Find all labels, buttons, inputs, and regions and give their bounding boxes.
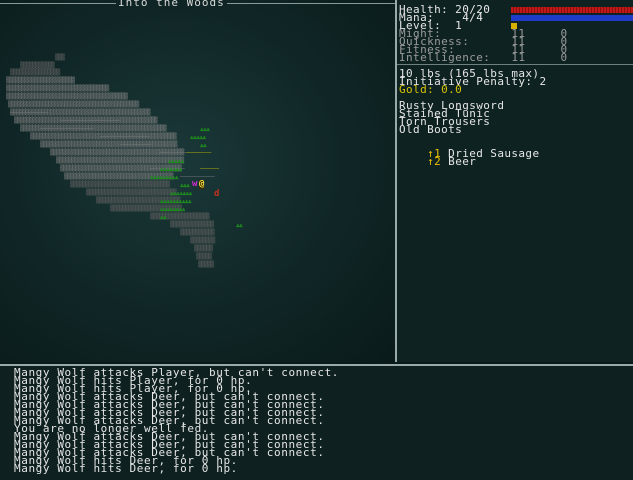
path-row: ————————————————: [100, 133, 150, 140]
log-line: Mangy Wolf hits Deer, for 0 hp.: [14, 462, 238, 475]
wolf-glyph[interactable]: w: [192, 180, 197, 189]
tree-row: ♣♣♣: [200, 127, 210, 134]
stats-panel: Health: 20/20 Mana: 4/4 Level: 1 Might: …: [397, 0, 633, 362]
deer-glyph[interactable]: d: [214, 190, 219, 199]
consumable-item[interactable]: ↑2 Beer: [399, 150, 476, 174]
tree-row: ♣♣♣♣♣♣♣♣: [160, 207, 185, 214]
tree-row: ♣♣♣♣♣: [190, 135, 206, 142]
health-bar: [511, 7, 633, 13]
terrain-row: ▒▒▒▒▒▒: [194, 245, 213, 252]
intelligence-stat: Intelligence: 11 0: [399, 51, 568, 64]
terrain-row: ▒▒▒: [55, 54, 65, 61]
map-panel[interactable]: Into the Woods ▒▒▒ ▒▒▒▒▒▒▒▒▒▒▒ ▒▒▒▒▒▒▒▒▒▒▒…: [0, 0, 397, 362]
terrain-row: ▒▒▒▒▒: [196, 253, 212, 260]
grass-row: ————————: [186, 149, 211, 156]
path-row: ———————————————————: [60, 117, 120, 124]
tree-row: ♣♣♣♣♣♣♣♣♣: [150, 175, 179, 182]
message-log: Mangy Wolf attacks Player, but can't con…: [0, 364, 633, 480]
tree-row: ♣♣♣♣♣: [168, 159, 184, 166]
terrain-row: ▒▒▒▒▒▒▒▒▒▒▒▒▒▒▒▒: [10, 69, 60, 76]
tree-row: ♣♣: [236, 223, 243, 230]
terrain-row: ▒▒▒▒▒▒▒▒▒▒▒▒▒▒▒▒▒▒▒▒▒▒▒▒▒▒▒▒▒▒▒▒▒: [6, 85, 109, 92]
terrain-row: ▒▒▒▒▒▒▒▒▒▒▒▒▒▒▒▒▒▒▒: [150, 213, 210, 220]
tree-row: ♣♣♣♣♣♣♣: [170, 191, 192, 198]
terrain-row: ▒▒▒▒▒▒▒▒▒▒▒▒▒▒: [170, 221, 214, 228]
gold-text: Gold: 0.0: [399, 83, 463, 96]
map-title: Into the Woods: [116, 0, 227, 9]
path-row: ————————————: [10, 109, 48, 116]
terrain-row: ▒▒▒▒▒▒▒▒▒▒▒▒▒▒▒▒▒▒▒▒▒▒▒▒▒▒▒▒▒▒▒▒▒▒▒▒▒▒▒▒…: [40, 141, 177, 148]
terrain-row: ▒▒▒▒▒▒▒▒: [190, 237, 215, 244]
terrain-row: ▒▒▒▒▒▒▒▒▒▒▒▒▒▒▒▒▒▒▒▒▒▒▒▒▒▒▒▒▒▒▒▒▒▒▒▒▒▒▒▒…: [56, 157, 184, 164]
terrain-row: ▒▒▒▒▒: [198, 261, 214, 268]
consumable-label: Beer: [448, 155, 477, 168]
tree-row: ♣♣: [160, 215, 167, 222]
tree-row: ♣♣♣♣♣♣♣♣♣♣: [160, 199, 192, 206]
path-row: ——————————: [120, 141, 152, 148]
terrain-row: ▒▒▒▒▒▒▒▒▒▒▒▒▒▒▒▒▒▒▒▒▒▒: [6, 77, 75, 84]
mana-bar: [511, 15, 633, 21]
path-row: —————————————————: [40, 125, 93, 132]
consumable-key: ↑2: [427, 155, 442, 168]
terrain-row: ▒▒▒▒▒▒▒▒▒▒▒▒▒▒▒▒▒▒▒▒▒▒▒▒▒▒▒▒▒▒▒▒▒▒▒▒▒▒▒: [6, 93, 128, 100]
terrain-row: ▒▒▒▒▒▒▒▒▒▒▒▒▒▒▒▒▒▒▒▒▒▒▒▒▒▒▒▒▒▒▒▒▒▒▒▒▒▒▒▒…: [8, 101, 139, 108]
tree-row: ♣♣♣: [180, 183, 190, 190]
equipment-item[interactable]: Old Boots: [399, 124, 462, 135]
tree-row: ♣♣♣♣♣♣♣: [160, 167, 182, 174]
player-glyph[interactable]: @: [199, 180, 205, 189]
terrain-row: ▒▒▒▒▒▒▒▒▒▒▒: [180, 229, 215, 236]
stats-divider: [397, 64, 633, 65]
grass-row: ——————: [200, 165, 219, 172]
terrain-row: ▒▒▒▒▒▒▒▒▒▒▒▒▒▒▒▒▒▒▒▒▒▒▒▒▒▒▒▒▒▒▒▒: [70, 181, 170, 188]
terrain-row: ▒▒▒▒▒▒▒▒▒▒▒▒▒▒▒▒▒▒▒▒▒▒▒▒▒▒▒▒▒: [86, 189, 177, 196]
